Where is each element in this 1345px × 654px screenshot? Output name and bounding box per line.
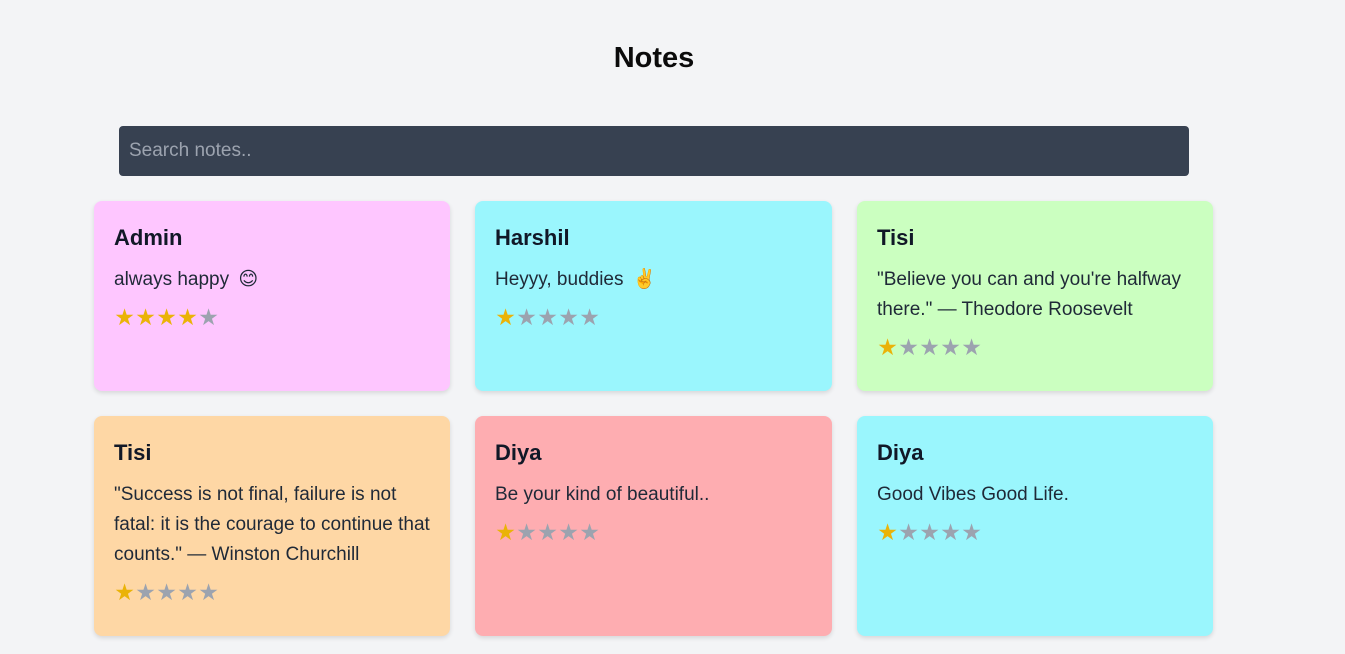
star-icon[interactable]: ★	[135, 305, 156, 329]
star-icon[interactable]: ★	[877, 335, 898, 359]
note-author: Diya	[495, 440, 542, 465]
note-card: Harshil Heyyy, buddies ✌️ ★ ★ ★ ★ ★	[475, 201, 832, 391]
star-icon[interactable]: ★	[495, 305, 516, 329]
star-icon[interactable]: ★	[877, 520, 898, 544]
star-icon[interactable]: ★	[919, 520, 940, 544]
note-card: Admin always happy 😊 ★ ★ ★ ★ ★	[94, 201, 450, 391]
star-icon[interactable]: ★	[198, 580, 219, 604]
star-rating[interactable]: ★ ★ ★ ★ ★	[877, 335, 1193, 359]
star-icon[interactable]: ★	[919, 335, 940, 359]
star-rating[interactable]: ★ ★ ★ ★ ★	[114, 305, 430, 329]
note-card: Tisi "Success is not final, failure is n…	[94, 416, 450, 636]
note-card: Diya Good Vibes Good Life. ★ ★ ★ ★ ★	[857, 416, 1213, 636]
star-rating[interactable]: ★ ★ ★ ★ ★	[495, 305, 812, 329]
note-card: Diya Be your kind of beautiful.. ★ ★ ★ ★ ★	[475, 416, 832, 636]
note-text: "Success is not final, failure is not fa…	[114, 484, 430, 565]
star-icon[interactable]: ★	[156, 580, 177, 604]
star-icon[interactable]: ★	[940, 520, 961, 544]
note-text: Good Vibes Good Life.	[877, 484, 1069, 505]
note-text: Heyyy, buddies ✌️	[495, 265, 812, 295]
star-icon[interactable]: ★	[177, 580, 198, 604]
star-icon[interactable]: ★	[558, 520, 579, 544]
star-icon[interactable]: ★	[495, 520, 516, 544]
star-icon[interactable]: ★	[114, 580, 135, 604]
star-icon[interactable]: ★	[961, 520, 982, 544]
star-icon[interactable]: ★	[579, 520, 600, 544]
star-icon[interactable]: ★	[558, 305, 579, 329]
note-text: always happy 😊	[114, 265, 430, 295]
notes-grid: Admin always happy 😊 ★ ★ ★ ★ ★ Harshil Heyyy…	[94, 201, 1214, 636]
smile-emoji: 😊	[238, 269, 259, 290]
star-icon[interactable]: ★	[898, 520, 919, 544]
star-icon[interactable]: ★	[579, 305, 600, 329]
star-icon[interactable]: ★	[940, 335, 961, 359]
search-input[interactable]	[119, 126, 1189, 176]
star-icon[interactable]: ★	[135, 580, 156, 604]
star-rating[interactable]: ★ ★ ★ ★ ★	[877, 520, 1193, 544]
star-icon[interactable]: ★	[961, 335, 982, 359]
star-icon[interactable]: ★	[156, 305, 177, 329]
star-icon[interactable]: ★	[177, 305, 198, 329]
star-icon[interactable]: ★	[516, 305, 537, 329]
star-icon[interactable]: ★	[537, 520, 558, 544]
note-author: Admin	[114, 225, 183, 250]
star-icon[interactable]: ★	[198, 305, 219, 329]
note-text: Be your kind of beautiful..	[495, 484, 710, 505]
page-title: Notes	[613, 42, 695, 74]
note-author: Tisi	[877, 225, 915, 250]
note-author: Harshil	[495, 225, 570, 250]
victory-hand-emoji: ✌️	[632, 269, 657, 290]
note-author: Tisi	[114, 440, 152, 465]
star-icon[interactable]: ★	[898, 335, 919, 359]
note-author: Diya	[877, 440, 924, 465]
note-text: "Believe you can and you're halfway ther…	[877, 269, 1181, 320]
star-icon[interactable]: ★	[114, 305, 135, 329]
star-rating[interactable]: ★ ★ ★ ★ ★	[495, 520, 812, 544]
note-card: Tisi "Believe you can and you're halfway…	[857, 201, 1213, 391]
star-icon[interactable]: ★	[516, 520, 537, 544]
star-rating[interactable]: ★ ★ ★ ★ ★	[114, 580, 430, 604]
star-icon[interactable]: ★	[537, 305, 558, 329]
